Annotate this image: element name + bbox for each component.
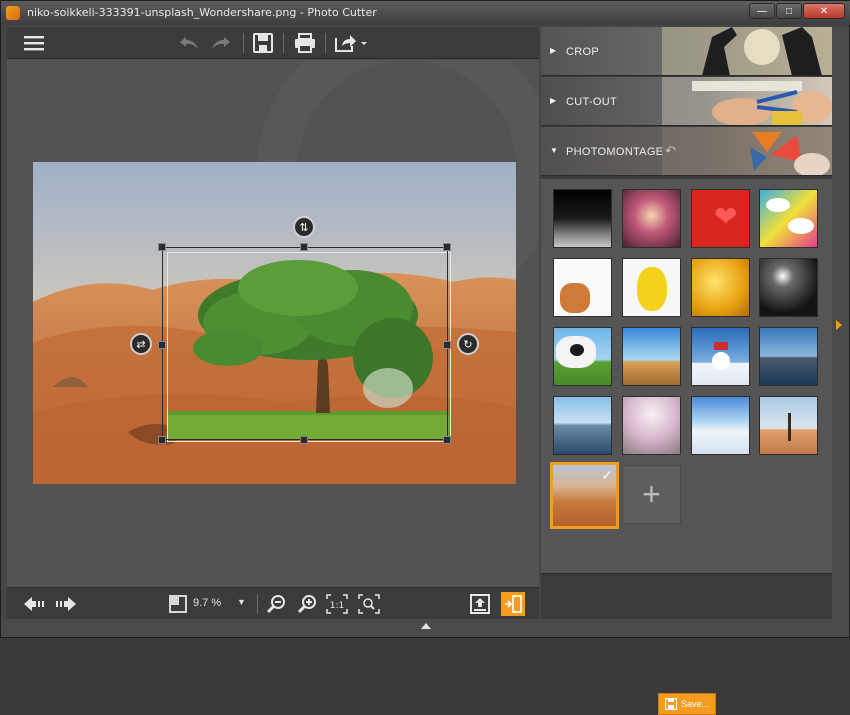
- thumbnail-red-heart[interactable]: ❤: [691, 189, 750, 248]
- redo-icon[interactable]: [209, 31, 233, 55]
- monster-shape: [637, 267, 667, 311]
- thumbnail-snowy-forest[interactable]: [691, 396, 750, 455]
- resize-handle-right[interactable]: [443, 341, 451, 349]
- thumbnail-comic-speech[interactable]: [759, 189, 818, 248]
- save-icon[interactable]: [251, 31, 275, 55]
- actual-size-icon[interactable]: 1:1: [325, 592, 349, 616]
- resize-handle-top-right[interactable]: [443, 243, 451, 251]
- thumbnail-golden-bokeh[interactable]: [691, 258, 750, 317]
- maximize-button[interactable]: □: [776, 3, 802, 19]
- thumbnail-cats-white[interactable]: [553, 258, 612, 317]
- photomontage-label: PHOTOMONTAGE: [566, 146, 664, 158]
- cutout-section[interactable]: ▶ CUT-OUT: [541, 77, 832, 126]
- thumbnail-desert-tree[interactable]: [759, 396, 818, 455]
- thumbnail-dark-lights[interactable]: [759, 258, 818, 317]
- thumbnail-paris-eiffel[interactable]: [622, 327, 681, 386]
- thumbnail-city-skyline[interactable]: [759, 327, 818, 386]
- flip-vertical-icon[interactable]: ⇅: [293, 216, 315, 238]
- editor-area: ⇅ ⇄ ↻ 9.7 % ▼ 1:1: [7, 27, 539, 619]
- thumbnail-moon-surface[interactable]: [553, 189, 612, 248]
- outer-frame: [162, 247, 448, 440]
- resize-handle-top-left[interactable]: [158, 243, 166, 251]
- expand-arrow-icon: ▶: [550, 46, 557, 55]
- thumbnail-venice-gondolas[interactable]: [553, 396, 612, 455]
- checkmark-icon: ✓: [601, 467, 613, 483]
- next-image-icon[interactable]: [53, 592, 77, 616]
- tree-trunk: [788, 413, 791, 441]
- speech-bubble: [766, 198, 790, 212]
- cow-spot: [570, 344, 584, 356]
- resize-handle-top[interactable]: [300, 243, 308, 251]
- show-filmstrip-arrow-icon[interactable]: [421, 623, 431, 629]
- bottom-toolbar: 9.7 % ▼ 1:1: [7, 587, 539, 619]
- snowman-hat: [714, 342, 728, 350]
- tools-panel: ▶ CROP ▶ CUT-OUT ▼ PHOTOMONTAGE ↶ ❤ ✓ + …: [541, 27, 832, 715]
- speech-bubble: [788, 218, 814, 234]
- zoom-dropdown-icon[interactable]: ▼: [237, 597, 246, 607]
- window-controls: — □ ✕: [749, 3, 845, 19]
- undo-icon[interactable]: [177, 31, 201, 55]
- snowman-shape: [712, 352, 730, 370]
- previous-image-icon[interactable]: [23, 592, 47, 616]
- toolbar-separator: [283, 33, 284, 53]
- photo-cutter-window: niko-soikkeli-333391-unsplash_Wondershar…: [0, 0, 850, 715]
- expand-panel-arrow-icon[interactable]: [836, 320, 842, 330]
- photomontage-header-art: [662, 127, 832, 175]
- toolbar-separator: [325, 33, 326, 53]
- crop-section[interactable]: ▶ CROP: [541, 27, 832, 76]
- thumbnail-desert-dunes[interactable]: ✓: [551, 463, 618, 528]
- zoom-in-icon[interactable]: [296, 592, 320, 616]
- resize-handle-bottom[interactable]: [300, 436, 308, 444]
- background-gallery: ❤ ✓ + Save...: [541, 179, 832, 715]
- resize-handle-left[interactable]: [158, 341, 166, 349]
- app-icon: [6, 6, 20, 20]
- zoom-out-icon[interactable]: [265, 592, 289, 616]
- add-background-button[interactable]: +: [622, 465, 681, 524]
- menu-icon[interactable]: [22, 31, 46, 55]
- toolbar-separator: [257, 594, 258, 614]
- collapse-arrow-icon: ▼: [550, 146, 559, 155]
- minimize-button[interactable]: —: [749, 3, 775, 19]
- window-title: niko-soikkeli-333391-unsplash_Wondershar…: [27, 6, 377, 19]
- save-montage-button[interactable]: Save...: [658, 693, 716, 715]
- svg-text:1:1: 1:1: [330, 601, 344, 611]
- thumbnail-cherry-blossom[interactable]: [622, 396, 681, 455]
- thumbnail-cow[interactable]: [553, 327, 612, 386]
- close-button[interactable]: ✕: [803, 3, 845, 19]
- cutout-label: CUT-OUT: [566, 96, 617, 108]
- thumbnail-snowman[interactable]: [691, 327, 750, 386]
- status-bar: [1, 619, 849, 637]
- zoom-fit-icon[interactable]: [357, 592, 381, 616]
- resize-handle-bottom-left[interactable]: [158, 436, 166, 444]
- panel-side-strip: [832, 27, 849, 619]
- cat-shape: [560, 283, 590, 313]
- fit-view-icon[interactable]: [169, 595, 187, 613]
- heart-icon: ❤: [714, 201, 738, 232]
- toggle-panel-icon[interactable]: [501, 592, 525, 616]
- thumbnail-yellow-monster[interactable]: [622, 258, 681, 317]
- export-icon[interactable]: [468, 592, 492, 616]
- rotate-icon[interactable]: ↻: [457, 333, 479, 355]
- share-icon[interactable]: [333, 31, 369, 55]
- crop-label: CROP: [566, 46, 599, 58]
- panel-footer: [541, 573, 832, 619]
- main-toolbar: [7, 27, 539, 59]
- save-button-label: Save...: [680, 699, 709, 709]
- title-bar: niko-soikkeli-333391-unsplash_Wondershar…: [1, 1, 850, 25]
- crop-header-art: [662, 27, 832, 75]
- resize-handle-bottom-right[interactable]: [443, 436, 451, 444]
- photomontage-section[interactable]: ▼ PHOTOMONTAGE ↶: [541, 127, 832, 176]
- flip-horizontal-icon[interactable]: ⇄: [130, 333, 152, 355]
- cutout-header-art: [662, 77, 832, 125]
- thumbnail-heart-tree-sunset[interactable]: [622, 189, 681, 248]
- toolbar-separator: [243, 33, 244, 53]
- print-icon[interactable]: [293, 31, 317, 55]
- save-icon: [664, 698, 677, 710]
- zoom-level[interactable]: 9.7 %: [193, 597, 221, 609]
- expand-arrow-icon: ▶: [550, 96, 557, 105]
- canvas[interactable]: ⇅ ⇄ ↻: [7, 60, 539, 587]
